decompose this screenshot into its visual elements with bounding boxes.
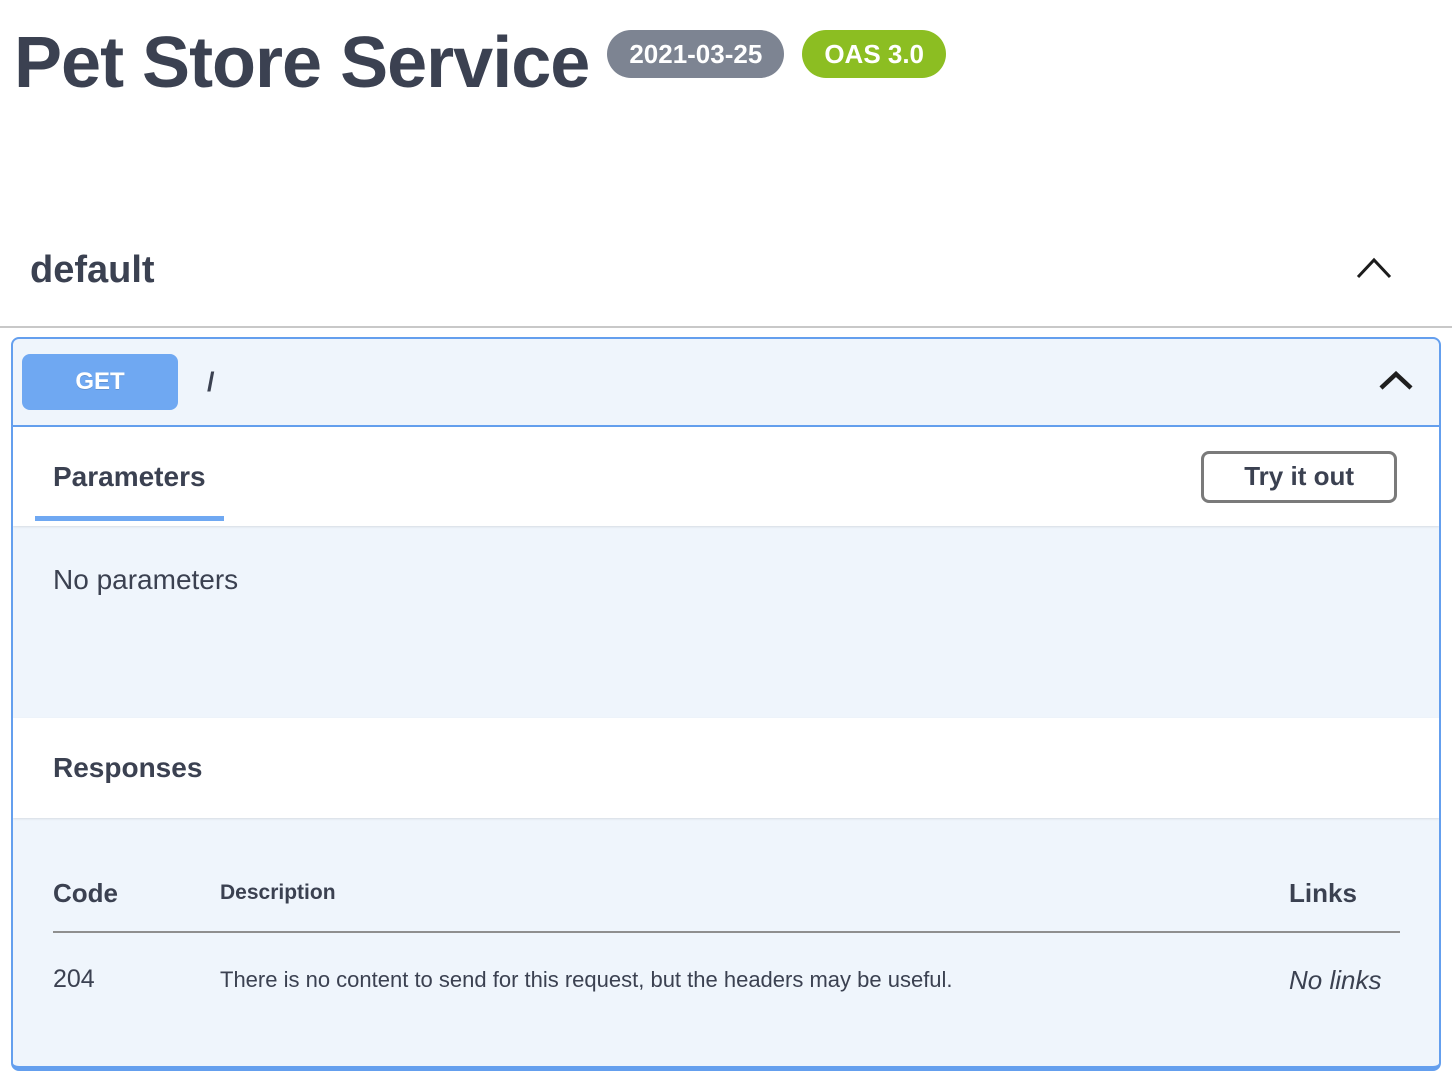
collapse-operation-button[interactable] (1378, 371, 1414, 394)
get-method-button[interactable]: GET (22, 354, 178, 410)
operation-path: / (207, 367, 215, 398)
table-header-row: Code Description Links (53, 878, 1400, 909)
opblock-get-root: GET / Parameters Try it out No parameter… (11, 337, 1441, 1071)
oas-version-badge: OAS 3.0 (802, 30, 946, 78)
api-header: Pet Store Service 2021-03-25 OAS 3.0 (0, 0, 1452, 101)
response-description: There is no content to send for this req… (220, 965, 1289, 993)
tab-parameters-label: Parameters (53, 461, 206, 493)
column-header-code: Code (53, 878, 220, 909)
chevron-up-icon (1378, 371, 1414, 394)
tag-title: default (30, 249, 155, 292)
response-links: No links (1289, 965, 1400, 996)
tag-section-default[interactable]: default (0, 249, 1452, 292)
column-header-description: Description (220, 878, 1289, 905)
table-divider (53, 931, 1400, 933)
no-parameters-text: No parameters (13, 526, 1439, 718)
table-row: 204 There is no content to send for this… (53, 965, 1400, 996)
column-header-links: Links (1289, 878, 1400, 909)
swagger-ui-page: Pet Store Service 2021-03-25 OAS 3.0 def… (0, 0, 1452, 1071)
response-code: 204 (53, 965, 220, 994)
try-it-out-button[interactable]: Try it out (1201, 451, 1397, 503)
section-divider (0, 326, 1452, 328)
chevron-up-icon[interactable] (1354, 256, 1394, 285)
responses-section-header: Responses (13, 718, 1439, 818)
version-badge: 2021-03-25 (607, 30, 784, 78)
responses-title: Responses (53, 752, 202, 784)
parameters-section-header: Parameters Try it out (13, 427, 1439, 526)
page-title: Pet Store Service (14, 26, 589, 101)
opblock-summary[interactable]: GET / (13, 339, 1439, 427)
responses-table: Code Description Links 204 There is no c… (13, 818, 1439, 1066)
tab-parameters[interactable]: Parameters (35, 427, 224, 526)
